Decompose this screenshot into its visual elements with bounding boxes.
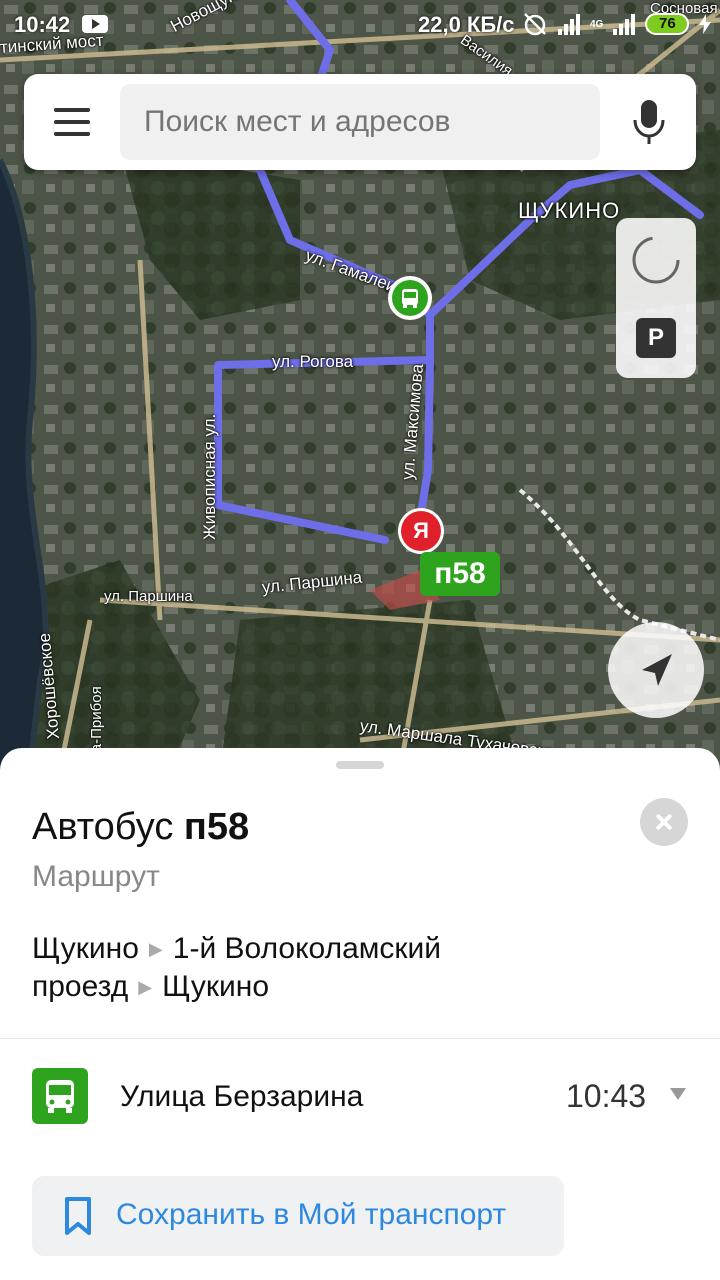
bus-icon — [392, 280, 428, 316]
battery-indicator: 76 — [645, 13, 690, 35]
title-route-number: п58 — [183, 806, 250, 848]
route-bottom-sheet: Автобус п58 Маршрут Щукино ▶ 1-й Волоколам… — [0, 748, 720, 1280]
menu-button[interactable] — [48, 102, 96, 142]
stop-row[interactable]: Улица Берзарина 10:43 — [0, 1058, 720, 1138]
route-number-badge[interactable]: п58 — [420, 552, 500, 596]
status-time: 10:42 — [14, 12, 71, 37]
voice-search-button[interactable] — [624, 96, 674, 148]
network-type: 4G — [590, 18, 604, 30]
map-label-parshina-left: ул. Паршина — [104, 588, 193, 605]
hamburger-icon — [54, 108, 90, 112]
map-side-controls: P — [616, 218, 696, 378]
sheet-title: Автобус п58 — [32, 806, 249, 849]
my-location-button[interactable] — [608, 622, 704, 718]
search-input[interactable] — [120, 84, 600, 160]
route-stops: Щукино ▶ 1-й Волоколамский проезд ▶ Щукино — [32, 930, 672, 1006]
route-stop: Щукино — [162, 970, 270, 1003]
chevron-down-icon[interactable] — [670, 1088, 686, 1100]
arrow-right-icon: ▶ — [138, 977, 153, 997]
navigation-arrow-icon — [642, 654, 672, 686]
bus-icon — [32, 1068, 88, 1124]
sheet-subtitle: Маршрут — [32, 860, 160, 893]
stop-time: 10:43 — [566, 1078, 647, 1114]
status-bar: 10:42 22,0 КБ/с 4G 76 — [0, 0, 720, 50]
signal-icon — [558, 13, 580, 35]
close-button[interactable] — [640, 798, 688, 846]
save-button-label: Сохранить в Мой транспорт — [116, 1198, 507, 1231]
stop-name: Улица Берзарина — [120, 1080, 364, 1113]
charging-icon — [699, 14, 712, 34]
divider — [0, 1038, 720, 1039]
user-marker-label: Я — [401, 511, 441, 551]
signal-4g-icon — [613, 13, 636, 35]
save-to-my-transport-button[interactable]: Сохранить в Мой транспорт — [32, 1176, 564, 1256]
youtube-icon — [82, 15, 108, 33]
bookmark-icon — [65, 1197, 91, 1235]
map-label-district: ЩУКИНО — [518, 198, 621, 223]
arrow-right-icon: ▶ — [148, 939, 163, 959]
search-bar — [24, 74, 696, 170]
bus-stop-marker[interactable] — [388, 276, 432, 320]
title-prefix: Автобус — [32, 806, 174, 848]
net-speed: 22,0 КБ/с — [418, 12, 515, 37]
microphone-icon — [633, 100, 665, 144]
traffic-button[interactable] — [628, 232, 684, 288]
user-location-marker[interactable]: Я — [398, 508, 444, 554]
map-label-rogova: ул. Рогова — [272, 352, 354, 371]
parking-button[interactable]: P — [636, 318, 676, 358]
alarm-off-icon — [524, 13, 546, 36]
traffic-icon — [632, 236, 680, 284]
route-stop: Щукино — [32, 932, 139, 965]
map-label-zhivopisnaya: Живописная ул. — [200, 413, 219, 540]
sheet-grabber[interactable] — [336, 761, 384, 769]
